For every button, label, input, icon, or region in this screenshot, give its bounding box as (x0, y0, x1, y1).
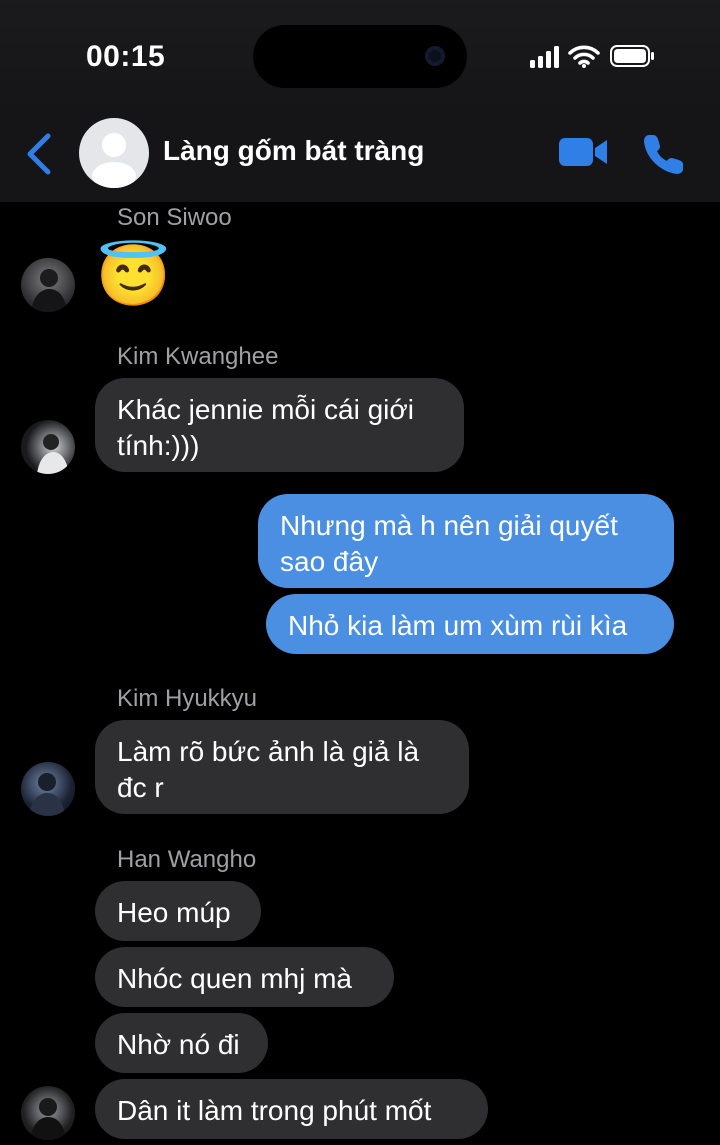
status-bar: 00:15 (0, 0, 720, 110)
chat-header: Làng gốm bát tràng (0, 110, 720, 202)
battery-icon (610, 45, 654, 67)
outgoing-message-bubble[interactable]: Nhưng mà h nên giải quyết sao đây (258, 494, 674, 588)
cellular-signal-icon (530, 46, 559, 68)
message-bubble[interactable]: Heo múp (95, 881, 261, 941)
dynamic-island (253, 25, 467, 88)
sender-name: Kim Hyukkyu (117, 685, 258, 712)
sender-name: Han Wangho (117, 846, 257, 873)
outgoing-message-bubble[interactable]: Nhỏ kia làm um xùm rùi kìa (266, 594, 674, 654)
message-bubble[interactable]: Khác jennie mỗi cái giới tính:))) (95, 378, 464, 472)
message-bubble[interactable]: Nhờ nó đi (95, 1013, 268, 1073)
message-bubble[interactable]: Làm rõ bức ảnh là giả là đc r (95, 720, 469, 814)
clock: 00:15 (86, 40, 166, 73)
sender-name: Son Siwoo (117, 204, 232, 231)
group-avatar[interactable] (79, 118, 149, 188)
avatar[interactable] (21, 762, 75, 816)
message-bubble[interactable]: Nhóc quen mhj mà (95, 947, 394, 1007)
avatar[interactable] (21, 1086, 75, 1140)
avatar[interactable] (21, 420, 75, 474)
message-emoji[interactable]: 😇 (96, 241, 171, 311)
back-chevron-icon[interactable] (22, 132, 56, 176)
video-call-icon[interactable] (557, 132, 609, 172)
avatar[interactable] (21, 258, 75, 312)
wifi-icon (568, 45, 600, 68)
message-bubble[interactable]: Dân it làm trong phút mốt (95, 1079, 488, 1139)
sender-name: Kim Kwanghee (117, 343, 279, 370)
phone-call-icon[interactable] (640, 130, 688, 178)
chat-title[interactable]: Làng gốm bát tràng (163, 135, 424, 167)
